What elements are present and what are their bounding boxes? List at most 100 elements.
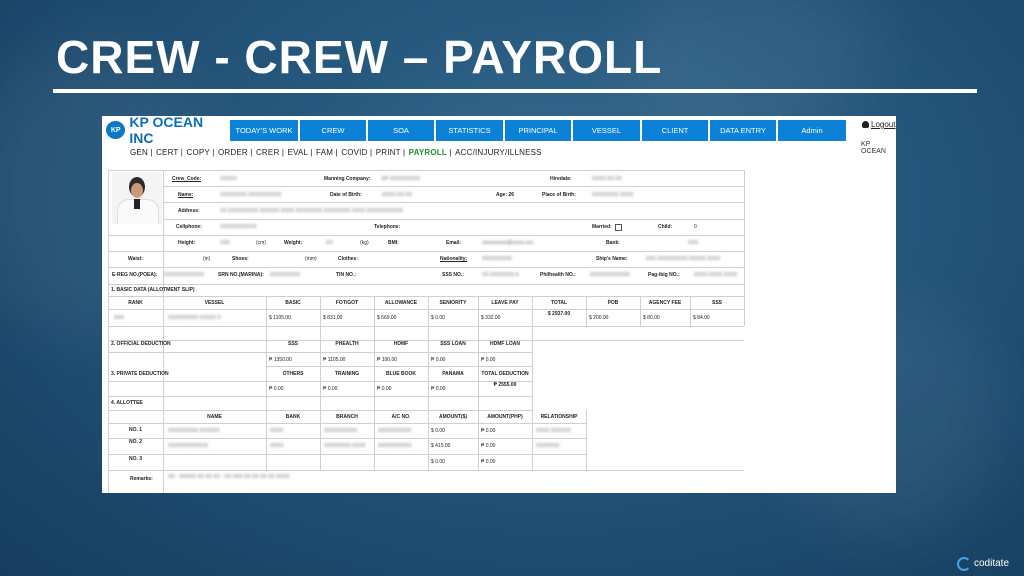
philhealth-value: XXXXXXXXXXXX [590,272,631,278]
subnav-gen[interactable]: GEN [130,148,148,157]
subnav-acc-injury-illness[interactable]: ACC/INJURY/ILLNESS [455,148,542,157]
nav-data-entry[interactable]: DATA ENTRY [710,120,778,141]
place-of-birth-value: XXXXXXXX XXXX [592,192,634,198]
allottee-row-3-php: ₱ 0.00 [481,459,496,465]
col-priv-panama: PANAMA [442,371,464,377]
married-checkbox[interactable] [614,223,622,231]
subnav-payroll[interactable]: PAYROLL [409,148,447,157]
basic-data-section: 1. BASIC DATA (ALLOTMENT SLIP) [111,287,195,293]
pagibig-value: XXXX-XXXX-XXXX [694,272,738,278]
address-label: Address: [178,208,200,214]
priv-blue-book-value: ₱ 0.00 [377,386,392,392]
tin-label: TIN NO.: [336,272,356,278]
col-priv-blue-book: BLUE BOOK [386,371,416,377]
total-value: $ 2937.00 [547,311,571,317]
married-label: Married: [592,221,632,233]
col-leave-pay: LEAVE PAY [491,300,519,306]
app-logo[interactable]: KP KP OCEAN INC [106,116,228,146]
ereg-value: XXXXXXXXXXXX [164,272,205,278]
company-name: KP OCEAN [861,141,886,155]
col-allottee-relationship: RELATIONSHIP [540,414,578,420]
allottee-row-2-php: ₱ 0.00 [481,443,496,449]
logout-link[interactable]: Logout [862,120,895,129]
height-value: XXX [220,240,231,246]
clothes-label: Clothes: [338,256,358,262]
title-underline [53,89,977,93]
logo-badge-icon: KP [106,121,126,139]
priv-others-value: ₱ 0.00 [269,386,284,392]
col-allottee-acno: A/C NO. [391,414,411,420]
weight-unit: (kg) [360,240,369,246]
allottee-row-2-name: XXXXXXXXXXXX [168,443,209,449]
crew-code-label: Crew_Code: [172,176,202,182]
subnav-copy[interactable]: COPY [186,148,209,157]
col-allottee-branch: BRANCH [336,414,358,420]
off-sss-loan-value: ₱ 0.00 [431,357,446,363]
sss-no-label: SSS NO.: [442,272,464,278]
allottee-row-2-acno: XXXXXXXXXX [378,443,412,449]
subnav-cert[interactable]: CERT [156,148,178,157]
col-off-phealth: PHEALTH [335,341,359,347]
bank-value: XXX [688,240,699,246]
email-label: Email: [446,240,462,246]
col-pob: POB [607,300,619,306]
seniority-value: $ 0.00 [431,315,445,321]
shoes-label: Shoes: [232,256,249,262]
col-allowance: ALLOWANCE [384,300,418,306]
subnav-order[interactable]: ORDER [218,148,248,157]
col-off-sss: SSS [287,341,298,347]
col-agency-fee: AGENCY FEE [648,300,682,306]
nav-todays-work[interactable]: TODAY'S WORK [230,120,300,141]
fot-got-value: $ 831.00 [323,315,343,321]
allottee-row-2-bank: XXXX [270,443,284,449]
rank-value: XXX [114,315,125,321]
sub-nav: GEN | CERT | COPY | ORDER | CRER | EVAL … [130,148,542,157]
nav-admin[interactable]: Admin [778,120,848,141]
priv-total-deduction-value: ₱ 2555.00 [493,382,517,388]
weight-label: Weight: [284,240,303,246]
child-value: 0 [694,224,697,230]
main-nav: TODAY'S WORK CREW SOA STATISTICS PRINCIP… [230,120,848,141]
col-vessel: VESSEL [204,300,225,306]
height-label: Height: [178,240,196,246]
ereg-label: E-REG NO.(POEA): [112,272,158,278]
crew-photo [112,172,162,224]
name-value: XXXXXXXX XXXXXXXXXX [220,192,282,198]
slide-title: CREW - CREW – PAYROLL [56,31,663,83]
off-hdmf-value: ₱ 100.00 [377,357,398,363]
subnav-print[interactable]: PRINT [376,148,401,157]
subnav-covid[interactable]: COVID [341,148,367,157]
allottee-row-2-branch: XXXXXXXX XXXX [324,443,366,449]
nav-crew[interactable]: CREW [300,120,368,141]
remarks-value[interactable]: XX - XXXXX XX XX XX - XX XXX XX XX XX XX… [168,471,368,483]
hiredate-label: Hiredate: [550,176,572,182]
allottee-row-1-branch: XXXXXXXXXX [324,428,358,434]
priv-panama-value: ₱ 0.00 [431,386,446,392]
sss-value: $ 84.00 [693,315,710,321]
vessel-value: XXXXXXXXX XXXXX X [168,315,221,321]
nationality-label: Nationality: [440,256,468,262]
allottee-row-1-bank: XXXX [270,428,284,434]
allottee-row-2-relationship: XXXXXXX [536,443,560,449]
nav-soa[interactable]: SOA [368,120,436,141]
bank-label: Bank: [606,240,620,246]
address-value: XX XXXXXXXXX XXXXXX XXXX XXXXXXXX XXXXXX… [220,208,404,214]
subnav-crer[interactable]: CRER [256,148,279,157]
subnav-fam[interactable]: FAM [316,148,333,157]
col-priv-others: OTHERS [282,371,304,377]
allottee-row-1-relationship: XXXX XXXXXX [536,428,571,434]
bmi-label: BMI: [388,240,399,246]
off-hdmf-loan-value: ₱ 0.00 [481,357,496,363]
ships-name-label: Ship's Name: [596,256,628,262]
subnav-eval[interactable]: EVAL [288,148,308,157]
place-of-birth-label: Place of Birth: [542,192,576,198]
agency-fee-value: $ 80.00 [643,315,660,321]
nav-vessel[interactable]: VESSEL [573,120,642,141]
allottee-section: 4. ALLOTTEE [111,400,143,406]
logout-label: Logout [871,120,896,129]
nav-principal[interactable]: PRINCIPAL [505,120,573,141]
nav-statistics[interactable]: STATISTICS [436,120,505,141]
pob-value: $ 200.00 [589,315,609,321]
allottee-row-2-usd: $ 415.00 [431,443,451,449]
nav-client[interactable]: CLIENT [642,120,710,141]
